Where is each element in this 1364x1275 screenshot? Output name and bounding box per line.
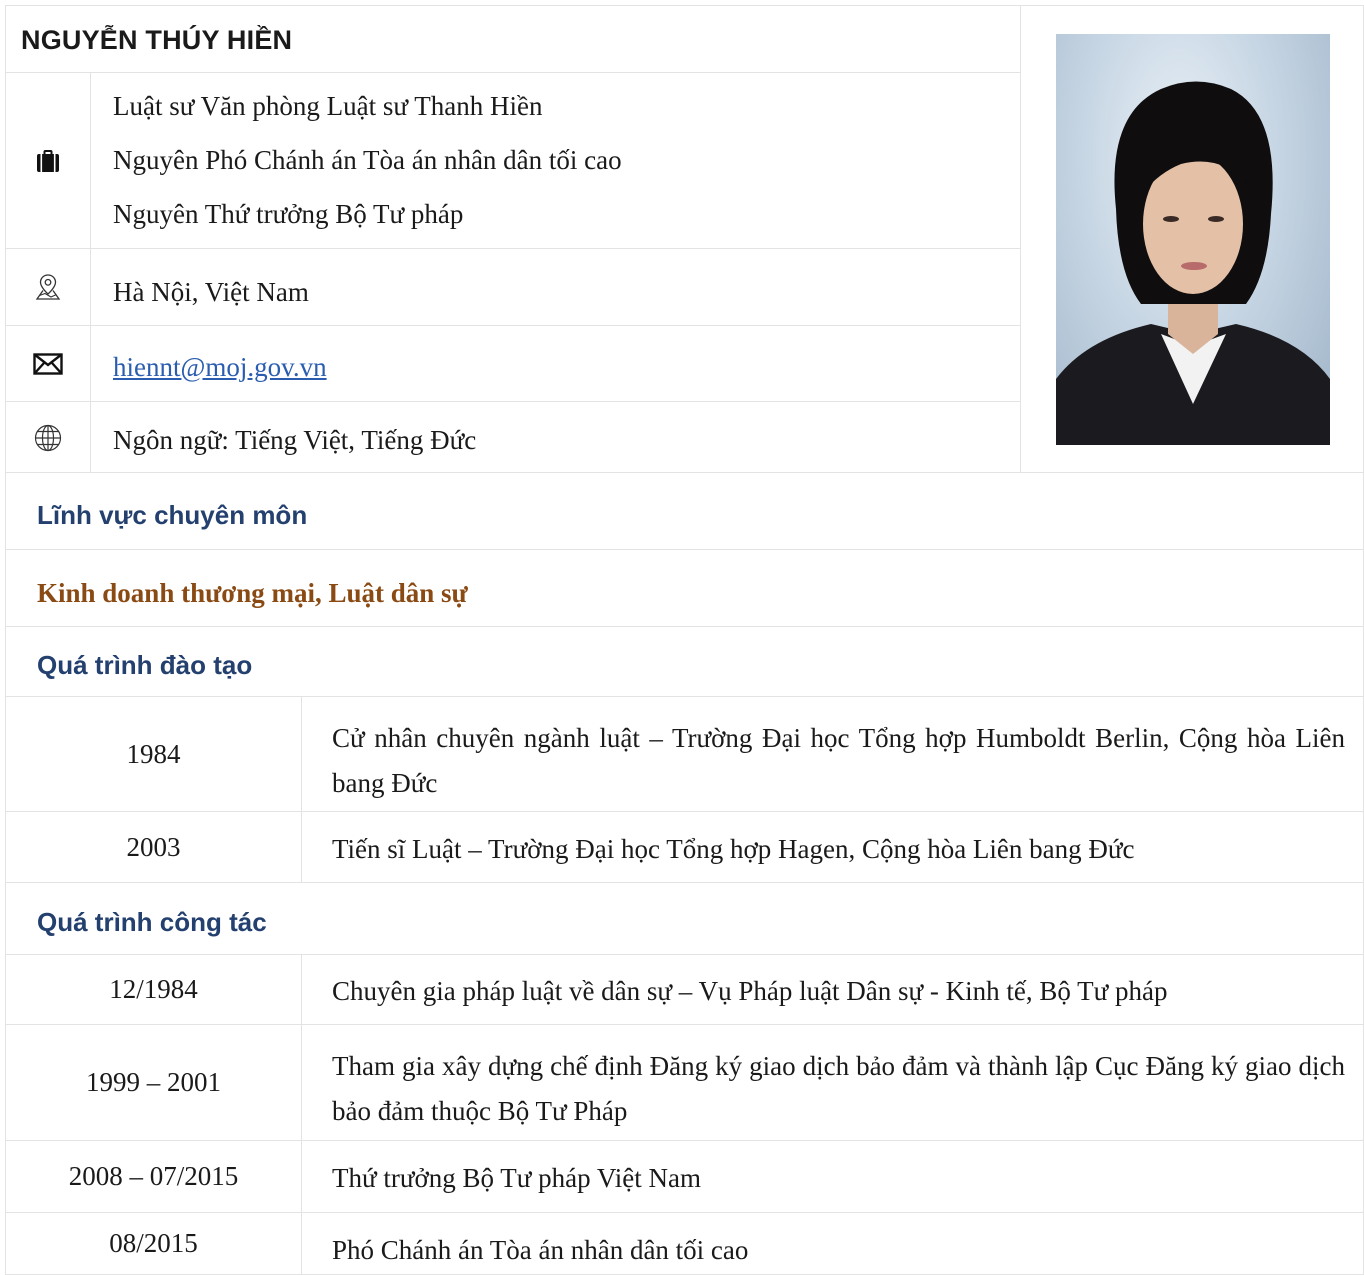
education-desc: Tiến sĩ Luật – Trường Đại học Tổng hợp H…: [332, 834, 1135, 864]
languages-row: Ngôn ngữ: Tiếng Việt, Tiếng Đức: [6, 402, 1021, 473]
career-year: 12/1984: [6, 955, 302, 1024]
expertise-title: Lĩnh vực chuyên môn: [37, 500, 308, 530]
education-row: 2003 Tiến sĩ Luật – Trường Đại học Tổng …: [5, 812, 1364, 883]
portrait-photo: [1056, 34, 1330, 445]
career-desc: Thứ trưởng Bộ Tư pháp Việt Nam: [332, 1163, 702, 1193]
profile-header: NGUYỄN THÚY HIỀN Luật sư Văn phòng Luật …: [5, 5, 1364, 473]
education-year: 2003: [6, 812, 302, 882]
email-row: hiennt@moj.gov.vn: [6, 326, 1021, 402]
education-title: Quá trình đào tạo: [37, 650, 253, 680]
career-row: 08/2015 Phó Chánh án Tòa án nhân dân tối…: [5, 1213, 1364, 1275]
expertise-heading-row: Lĩnh vực chuyên môn: [5, 472, 1364, 550]
email-link[interactable]: hiennt@moj.gov.vn: [113, 352, 327, 382]
career-row: 1999 – 2001 Tham gia xây dựng chế định Đ…: [5, 1025, 1364, 1141]
education-desc: Cử nhân chuyên ngành luật – Trường Đại h…: [332, 723, 1345, 798]
envelope-icon: [6, 326, 91, 401]
position-line: Luật sư Văn phòng Luật sư Thanh Hiền: [113, 91, 543, 121]
career-year: 1999 – 2001: [6, 1025, 302, 1140]
briefcase-icon: [6, 73, 91, 248]
position-line: Nguyên Thứ trưởng Bộ Tư pháp: [113, 199, 464, 229]
map-pin-icon: [6, 249, 91, 325]
profile-name: NGUYỄN THÚY HIỀN: [6, 6, 1021, 73]
lawyer-profile-page: NGUYỄN THÚY HIỀN Luật sư Văn phòng Luật …: [5, 5, 1364, 1275]
career-row: 12/1984 Chuyên gia pháp luật về dân sự –…: [5, 955, 1364, 1025]
education-heading-row: Quá trình đào tạo: [5, 627, 1364, 697]
career-desc: Phó Chánh án Tòa án nhân dân tối cao: [332, 1235, 749, 1265]
location-text: Hà Nội, Việt Nam: [113, 277, 309, 307]
career-heading-row: Quá trình công tác: [5, 883, 1364, 955]
expertise-value-row: Kinh doanh thương mại, Luật dân sự: [5, 550, 1364, 627]
globe-icon: [6, 402, 91, 473]
career-year: 2008 – 07/2015: [6, 1141, 302, 1212]
career-year: 08/2015: [6, 1213, 302, 1274]
expertise-value: Kinh doanh thương mại, Luật dân sự: [37, 578, 468, 608]
languages-text: Ngôn ngữ: Tiếng Việt, Tiếng Đức: [113, 425, 477, 455]
career-desc: Chuyên gia pháp luật về dân sự – Vụ Pháp…: [332, 976, 1168, 1006]
positions-row: Luật sư Văn phòng Luật sư Thanh Hiền Ngu…: [6, 73, 1021, 249]
profile-info: NGUYỄN THÚY HIỀN Luật sư Văn phòng Luật …: [6, 6, 1021, 473]
position-line: Nguyên Phó Chánh án Tòa án nhân dân tối …: [113, 145, 622, 175]
career-row: 2008 – 07/2015 Thứ trưởng Bộ Tư pháp Việ…: [5, 1141, 1364, 1213]
career-title: Quá trình công tác: [37, 907, 267, 937]
location-row: Hà Nội, Việt Nam: [6, 249, 1021, 326]
career-desc: Tham gia xây dựng chế định Đăng ký giao …: [332, 1051, 1345, 1126]
education-row: 1984 Cử nhân chuyên ngành luật – Trường …: [5, 697, 1364, 812]
photo-cell: [1021, 6, 1364, 473]
education-year: 1984: [6, 697, 302, 811]
